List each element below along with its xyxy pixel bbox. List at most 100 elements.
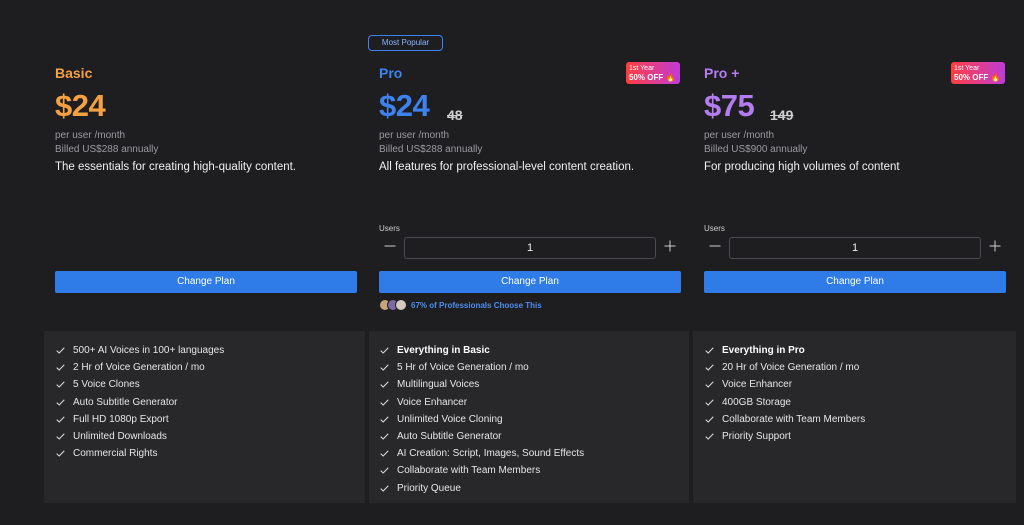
original-price: 149	[770, 107, 794, 123]
plan-price: $75	[704, 88, 755, 123]
check-icon	[56, 433, 65, 440]
feature-label: Full HD 1080p Export	[73, 413, 169, 425]
check-icon	[56, 416, 65, 423]
check-icon	[56, 381, 65, 389]
feature-item: Full HD 1080p Export	[56, 411, 365, 428]
feature-item: 20 Hr of Voice Generation / mo	[705, 359, 1016, 376]
social-proof: 67% of Professionals Choose This	[379, 298, 542, 312]
badge-line-2: 50% OFF 🔥	[954, 73, 1001, 82]
feature-item: Unlimited Voice Cloning	[380, 411, 689, 428]
discount-badge: 1st Year 50% OFF 🔥	[626, 62, 680, 84]
feature-label: AI Creation: Script, Images, Sound Effec…	[397, 448, 585, 460]
feature-label: Auto Subtitle Generator	[397, 431, 502, 443]
feature-label: Priority Queue	[397, 482, 461, 494]
feature-label: Unlimited Downloads	[73, 431, 167, 443]
feature-item: Collaborate with Team Members	[705, 411, 1016, 428]
feature-label: Everything in Basic	[397, 345, 490, 357]
feature-label: Collaborate with Team Members	[397, 465, 541, 477]
check-icon	[380, 399, 389, 406]
minus-icon[interactable]	[381, 239, 399, 257]
check-icon	[380, 433, 389, 440]
check-icon	[705, 433, 714, 440]
feature-item: Voice Enhancer	[380, 394, 689, 411]
feature-item: Auto Subtitle Generator	[56, 394, 365, 411]
feature-label: Commercial Rights	[73, 448, 158, 460]
feature-label: Everything in Pro	[722, 345, 805, 357]
feature-item: Multilingual Voices	[380, 376, 689, 393]
billed-annually-label: Billed US$288 annually	[55, 144, 159, 155]
feature-item: Auto Subtitle Generator	[380, 428, 689, 445]
change-plan-button[interactable]: Change Plan	[379, 271, 681, 293]
feature-item: Unlimited Downloads	[56, 428, 365, 445]
check-icon	[380, 347, 389, 354]
feature-item: 5 Hr of Voice Generation / mo	[380, 359, 689, 376]
feature-item: Everything in Basic	[380, 342, 689, 359]
feature-label: Auto Subtitle Generator	[73, 396, 178, 408]
feature-item: Collaborate with Team Members	[380, 462, 689, 479]
feature-label: Unlimited Voice Cloning	[397, 413, 503, 425]
badge-line-2: 50% OFF 🔥	[629, 73, 676, 82]
feature-item: Voice Enhancer	[705, 376, 1016, 393]
check-icon	[380, 381, 389, 389]
check-icon	[705, 416, 714, 423]
check-icon	[705, 381, 714, 389]
plus-icon[interactable]	[986, 239, 1004, 257]
plan-description: The essentials for creating high-quality…	[55, 161, 296, 173]
feature-item: Priority Support	[705, 428, 1016, 445]
features-list-pro: Everything in Basic 5 Hr of Voice Generat…	[369, 331, 689, 503]
badge-line-1: 1st Year	[954, 65, 980, 72]
features-list-proplus: Everything in Pro 20 Hr of Voice Generati…	[693, 331, 1016, 503]
plan-card-pro: Pro $24 48 1st Year 50% OFF 🔥 per user /…	[379, 0, 681, 320]
feature-label: Multilingual Voices	[397, 379, 480, 391]
per-user-label: per user /month	[704, 130, 775, 141]
plan-name: Basic	[55, 65, 93, 81]
features-list-basic: 500+ AI Voices in 100+ languages 2 Hr of …	[44, 331, 365, 503]
feature-item: Priority Queue	[380, 480, 689, 497]
feature-label: Collaborate with Team Members	[722, 413, 866, 425]
check-icon	[380, 416, 389, 423]
check-icon	[56, 364, 65, 372]
plan-card-basic: Basic $24 per user /month Billed US$288 …	[55, 0, 357, 320]
feature-item: 400GB Storage	[705, 394, 1016, 411]
check-icon	[56, 450, 65, 457]
social-proof-text: 67% of Professionals Choose This	[411, 300, 542, 310]
feature-label: Voice Enhancer	[397, 396, 468, 408]
feature-item: 5 Voice Clones	[56, 376, 365, 393]
check-icon	[705, 364, 714, 372]
feature-label: 2 Hr of Voice Generation / mo	[73, 362, 205, 374]
check-icon	[705, 399, 714, 406]
change-plan-button[interactable]: Change Plan	[704, 271, 1006, 293]
avatar-group	[379, 299, 407, 311]
check-icon	[380, 364, 389, 372]
per-user-label: per user /month	[379, 130, 450, 141]
per-user-label: per user /month	[55, 130, 126, 141]
check-icon	[705, 347, 714, 354]
change-plan-button[interactable]: Change Plan	[55, 271, 357, 293]
plus-icon[interactable]	[661, 239, 679, 257]
feature-label: 400GB Storage	[722, 396, 791, 408]
feature-item: 500+ AI Voices in 100+ languages	[56, 342, 365, 359]
badge-line-1: 1st Year	[629, 65, 655, 72]
users-label: Users	[704, 224, 725, 233]
plan-card-proplus: Pro + $75 149 1st Year 50% OFF 🔥 per use…	[704, 0, 1006, 320]
feature-label: 500+ AI Voices in 100+ languages	[73, 345, 225, 357]
minus-icon[interactable]	[706, 239, 724, 257]
feature-label: 5 Hr of Voice Generation / mo	[397, 362, 529, 374]
users-label: Users	[379, 224, 400, 233]
feature-item: 2 Hr of Voice Generation / mo	[56, 359, 365, 376]
feature-label: 5 Voice Clones	[73, 379, 140, 391]
plan-price: $24	[379, 88, 430, 123]
check-icon	[380, 485, 389, 492]
feature-label: Voice Enhancer	[722, 379, 793, 391]
users-quantity-input[interactable]	[729, 237, 981, 259]
plan-description: All features for professional-level cont…	[379, 161, 635, 173]
discount-badge: 1st Year 50% OFF 🔥	[951, 62, 1005, 84]
billed-annually-label: Billed US$288 annually	[379, 144, 483, 155]
plan-name: Pro	[379, 65, 403, 81]
plan-price: $24	[55, 88, 106, 123]
check-icon	[380, 467, 389, 475]
plan-name: Pro +	[704, 65, 740, 81]
plan-description: For producing high volumes of content	[704, 161, 900, 173]
users-quantity-input[interactable]	[404, 237, 656, 259]
check-icon	[56, 399, 65, 406]
